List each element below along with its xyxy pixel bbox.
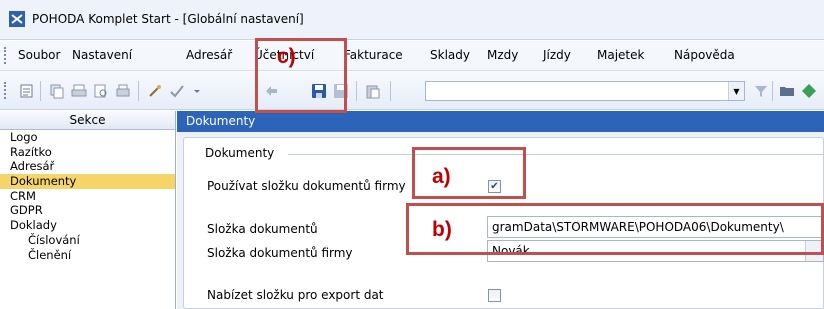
menu-jizdy[interactable]: Jízdy: [543, 48, 571, 62]
sidebar-header: Sekce: [0, 111, 175, 130]
menu-adresar[interactable]: Adresář: [186, 48, 232, 62]
menu-napoveda[interactable]: Nápověda: [674, 48, 735, 62]
menu-mzdy[interactable]: Mzdy: [487, 48, 518, 62]
chevron-down-icon[interactable]: ▼: [728, 82, 744, 100]
paste-icon[interactable]: [364, 82, 382, 100]
folder-icon[interactable]: [778, 82, 796, 100]
check-icon[interactable]: [168, 82, 186, 100]
toolbar-combobox[interactable]: ▼: [425, 81, 745, 101]
sidebar-item-cislovani[interactable]: Číslování: [0, 233, 175, 248]
sidebar-item-dokumenty[interactable]: Dokumenty: [0, 174, 175, 189]
sidebar-item-razitko[interactable]: Razítko: [0, 145, 175, 160]
group-title: Dokumenty: [205, 146, 275, 160]
pohoda-app-icon: [9, 11, 25, 27]
toolbar-grip[interactable]: [4, 82, 7, 99]
toolbar-separator: [772, 81, 773, 101]
window-title: POHODA Komplet Start - [Globální nastave…: [32, 12, 304, 26]
menu-fakturace[interactable]: Fakturace: [344, 48, 403, 62]
print-icon[interactable]: [70, 82, 88, 100]
annotation-box-a: [412, 147, 526, 199]
toolbar: ▼: [0, 72, 824, 110]
toolbar-separator: [390, 81, 391, 101]
annotation-label-c: c): [277, 45, 296, 68]
filter-icon[interactable]: [752, 82, 770, 100]
preview-icon[interactable]: [92, 82, 110, 100]
toolbar-separator: [138, 81, 139, 101]
documents-folder-label: Složka dokumentů: [207, 222, 318, 236]
group-divider: [288, 154, 824, 155]
annotation-label-b: b): [432, 218, 452, 241]
sections-sidebar: Sekce Logo Razítko Adresář Dokumenty CRM…: [0, 111, 176, 309]
export-folder-checkbox[interactable]: [488, 289, 501, 302]
title-bar: POHODA Komplet Start - [Globální nastave…: [0, 0, 824, 40]
check-dropdown-icon[interactable]: [188, 82, 206, 100]
sidebar-item-doklady[interactable]: Doklady: [0, 218, 175, 233]
copy-icon[interactable]: [48, 82, 66, 100]
open-icon[interactable]: [18, 82, 36, 100]
sidebar-item-cleneni[interactable]: Členění: [0, 248, 175, 263]
sidebar-item-adresar[interactable]: Adresář: [0, 159, 175, 174]
toolbar-separator: [356, 81, 357, 101]
menu-sklady[interactable]: Sklady: [430, 48, 470, 62]
sidebar-item-crm[interactable]: CRM: [0, 189, 175, 204]
use-company-folder-label: Používat složku dokumentů firmy: [207, 179, 406, 193]
menu-majetek[interactable]: Majetek: [597, 48, 644, 62]
diamond-icon[interactable]: [800, 82, 818, 100]
menu-soubor[interactable]: Soubor: [18, 48, 60, 62]
print-setup-icon[interactable]: [114, 82, 132, 100]
export-folder-label: Nabízet složku pro export dat: [207, 288, 384, 302]
wizard-icon[interactable]: [146, 82, 164, 100]
panel-header: Dokumenty: [177, 111, 824, 132]
company-folder-label: Složka dokumentů firmy: [207, 246, 353, 260]
toolbar-separator: [40, 81, 41, 101]
sidebar-item-gdpr[interactable]: GDPR: [0, 203, 175, 218]
annotation-box-b: [406, 203, 824, 255]
menu-grip[interactable]: [4, 47, 7, 64]
menu-nastaveni[interactable]: Nastavení: [72, 48, 132, 62]
annotation-box-c: [255, 38, 347, 113]
menu-bar: Soubor Nastavení Adresář Účetnictví Fakt…: [0, 41, 824, 71]
sidebar-item-logo[interactable]: Logo: [0, 130, 175, 145]
annotation-label-a: a): [432, 165, 451, 188]
